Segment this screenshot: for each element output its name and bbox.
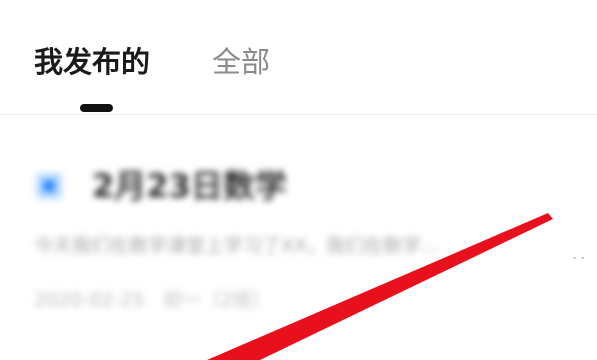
tab-all[interactable]: 全部	[212, 40, 270, 84]
post-description: 今天我们在数学课堂上学习了XX，我们在数学...	[34, 235, 440, 257]
more-dots-icon: ..	[572, 244, 589, 263]
post-meta: 2020-02-25 初一（2班）	[34, 289, 271, 311]
posts-page: 我发布的 全部 2月23日数学 今天我们在数学课堂上学习了XX，我们在数学...…	[0, 0, 597, 360]
active-tab-indicator	[80, 104, 113, 112]
tab-my-posts[interactable]: 我发布的	[34, 40, 150, 84]
square-tag-icon	[36, 173, 62, 199]
post-title: 2月23日数学	[92, 167, 287, 205]
tab-bar: 我发布的 全部	[0, 0, 597, 114]
